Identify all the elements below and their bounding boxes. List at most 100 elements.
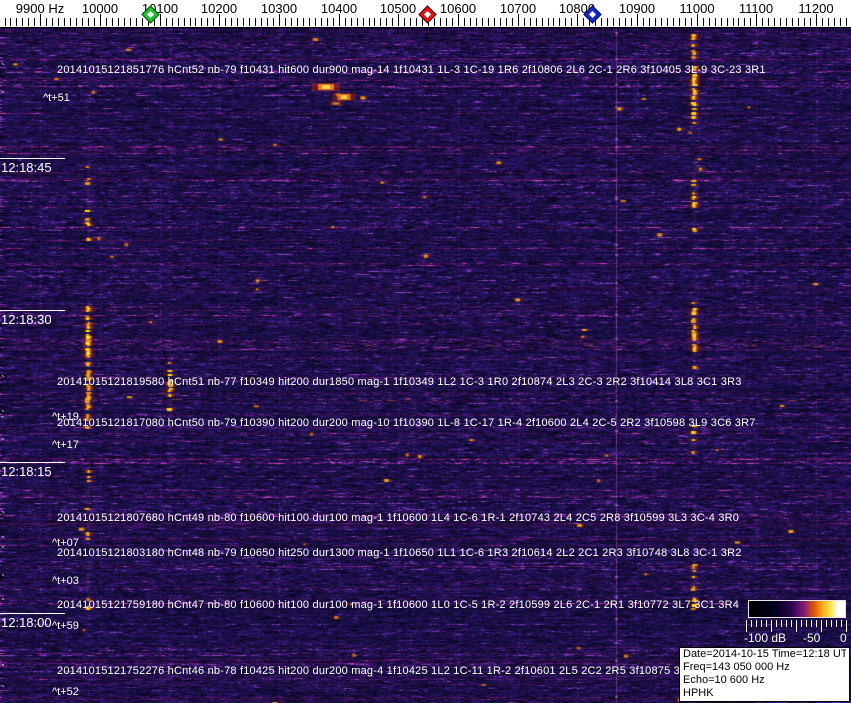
left-edge-tick: ` [1, 617, 5, 631]
freq-label: 11100 [738, 1, 774, 16]
ruler-tick [201, 18, 202, 26]
ruler-tick [237, 18, 238, 26]
left-edge-tick: ` [1, 544, 5, 558]
ruler-tick [655, 18, 656, 26]
left-edge-tick: ` [1, 61, 5, 75]
db-scale-max-label: 0 [840, 631, 847, 645]
ruler-tick [392, 18, 393, 26]
ruler-tick [225, 18, 226, 26]
ruler-tick [571, 18, 572, 26]
ruler-tick [715, 18, 716, 26]
ruler-tick [231, 18, 232, 26]
ruler-tick [506, 18, 507, 26]
ruler-tick [583, 18, 584, 26]
ruler-tick [709, 18, 710, 26]
time-label-text: 12:18:45 [1, 160, 52, 175]
ruler-tick [166, 18, 167, 26]
ruler-tick [565, 18, 566, 26]
ruler-tick [70, 18, 71, 26]
ruler-tick [404, 18, 405, 26]
ruler-tick [58, 18, 59, 26]
info-line-date: Date=2014-10-15 Time=12:18 UTC [683, 648, 846, 660]
ruler-tick [285, 18, 286, 26]
ruler-tick [553, 18, 554, 26]
ruler-tick [768, 18, 769, 26]
ruler-tick [733, 18, 734, 26]
ruler-tick [249, 18, 250, 26]
ruler-tick [840, 18, 841, 26]
ruler-tick [822, 18, 823, 26]
ruler-tick [744, 18, 745, 26]
ruler-tick [762, 18, 763, 26]
freq-label: 11000 [679, 1, 715, 16]
marker-center-dot [588, 10, 597, 19]
ruler-tick [721, 18, 722, 26]
ruler-tick [488, 18, 489, 26]
ruler-tick [750, 18, 751, 26]
ruler-tick [374, 18, 375, 26]
marker-center-dot [423, 10, 432, 19]
info-box: Date=2014-10-15 Time=12:18 UTC Freq=143 … [679, 647, 850, 702]
time-offset-marker: ^t+03 [52, 575, 79, 587]
ruler-tick [434, 18, 435, 26]
time-offset-marker: ^t+52 [52, 686, 79, 698]
ruler-tick [315, 18, 316, 26]
ruler-tick [118, 18, 119, 26]
detection-text: 20141015121817080 hCnt50 nb-79 f10390 hi… [57, 417, 756, 429]
ruler-tick [703, 18, 704, 26]
left-edge-tick: ` [1, 89, 5, 103]
ruler-tick [273, 18, 274, 26]
ruler-tick [649, 18, 650, 26]
ruler-tick [613, 18, 614, 26]
left-edge-tick: ` [1, 596, 5, 610]
ruler-tick [691, 18, 692, 26]
ruler-tick [810, 18, 811, 26]
ruler-tick [738, 18, 739, 26]
marker-center-dot [146, 10, 155, 19]
left-edge-tick: ` [1, 572, 5, 586]
time-offset-marker: ^t+59 [52, 620, 79, 632]
freq-label: 11200 [798, 1, 834, 16]
db-colorscale-bar [748, 600, 846, 618]
ruler-tick [828, 18, 829, 26]
ruler-tick [452, 18, 453, 26]
ruler-tick [124, 18, 125, 26]
ruler-tick [846, 18, 847, 26]
ruler-tick [834, 18, 835, 26]
left-edge-tick: ` [1, 373, 5, 387]
ruler-tick [82, 18, 83, 26]
detection-text: 20141015121819580 hCnt51 nb-77 f10349 hi… [57, 376, 742, 388]
ruler-tick [619, 18, 620, 26]
ruler-tick [542, 18, 543, 26]
freq-label: 10700 [499, 1, 537, 16]
ruler-tick [643, 18, 644, 26]
ruler-tick [524, 18, 525, 26]
ruler-tick [380, 18, 381, 26]
ruler-tick [261, 18, 262, 26]
freq-label: 10200 [200, 1, 238, 16]
left-edge-tick: ` [1, 414, 5, 428]
freq-label: 10300 [260, 1, 298, 16]
detection-text: 20141015121851776 hCnt52 nb-79 f10431 hi… [57, 64, 766, 76]
ruler-tick [184, 18, 185, 26]
ruler-tick [476, 18, 477, 26]
ruler-tick [46, 18, 47, 26]
ruler-tick [190, 18, 191, 26]
ruler-tick [661, 18, 662, 26]
ruler-tick [494, 18, 495, 26]
ruler-tick [255, 18, 256, 26]
ruler-tick [536, 18, 537, 26]
ruler-tick [601, 18, 602, 26]
ruler-tick [34, 18, 35, 26]
detection-text: 20141015121803180 hCnt48 nb-79 f10650 hi… [57, 547, 742, 559]
ruler-tick [195, 18, 196, 26]
ruler-tick [22, 18, 23, 26]
ruler-tick [309, 18, 310, 26]
ruler-tick [482, 18, 483, 26]
ruler-tick [5, 18, 6, 26]
detection-text: 20141015121759180 hCnt47 nb-80 f10600 hi… [57, 599, 740, 611]
time-label-text: 12:18:15 [1, 464, 52, 479]
freq-label: 10600 [439, 1, 477, 16]
ruler-tick [500, 18, 501, 26]
ruler-tick [792, 18, 793, 26]
